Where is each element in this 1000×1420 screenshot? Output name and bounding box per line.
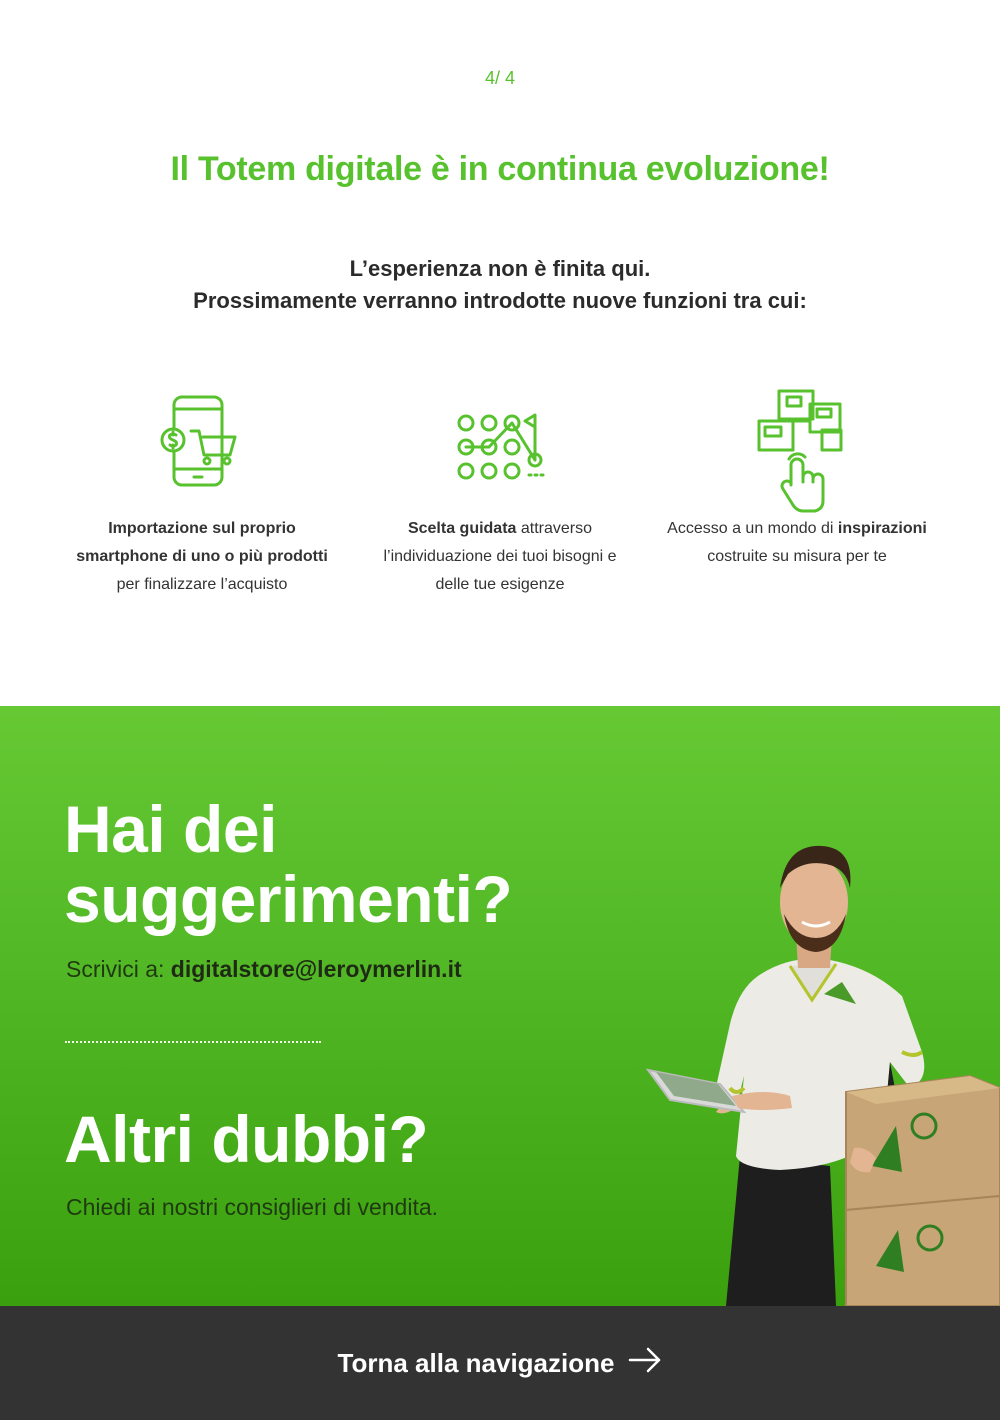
boxes-touch-icon: [667, 385, 927, 515]
email-link[interactable]: digitalstore@leroymerlin.it: [171, 956, 462, 982]
intro-line-1: L’esperienza non è finita qui.: [349, 256, 651, 281]
feature-3-text: Accesso a un mondo di inspirazioni costr…: [667, 515, 927, 571]
sales-assistant-photo: [645, 845, 1000, 1306]
contact-section: Hai dei suggerimenti? Scrivici a: digita…: [0, 706, 1000, 1306]
intro-line-2: Prossimamente verranno introdotte nuove …: [193, 288, 807, 313]
back-to-navigation-label: Torna alla navigazione: [337, 1347, 615, 1378]
feature-2-text: Scelta guidata attraverso l’individuazio…: [370, 515, 630, 599]
footer-bar: Torna alla navigazione: [0, 1306, 1000, 1420]
feature-3-rest: costruite su misura per te: [707, 548, 887, 565]
page-title: Il Totem digitale è in continua evoluzio…: [170, 150, 830, 188]
feature-3-pre: Accesso a un mondo di: [667, 520, 838, 537]
dotted-divider: [65, 1041, 321, 1043]
contact-prefix: Scrivici a:: [66, 956, 171, 982]
feature-2-bold: Scelta guidata: [407, 520, 517, 537]
intro-text: L’esperienza non è finita qui. Prossimam…: [0, 253, 1000, 317]
suggestions-title-line-1: Hai dei: [64, 792, 277, 866]
doubts-title: Altri dubbi?: [64, 1102, 429, 1176]
feature-guided-choice: Scelta guidata attraverso l’individuazio…: [370, 385, 630, 599]
feature-1-bold: Importazione sul proprio smartphone di u…: [76, 520, 328, 565]
arrow-right-icon: [628, 1347, 662, 1380]
feature-3-bold: inspirazioni: [837, 520, 927, 537]
phone-cart-icon: [72, 385, 332, 515]
feature-1-text: Importazione sul proprio smartphone di u…: [72, 515, 332, 599]
feature-phone-import: Importazione sul proprio smartphone di u…: [72, 385, 332, 599]
features-section: 4/ 4 Il Totem digitale è in continua evo…: [0, 0, 1000, 706]
page-indicator: 4/ 4: [484, 68, 516, 88]
feature-inspirations: Accesso a un mondo di inspirazioni costr…: [667, 385, 927, 571]
doubts-text: Chiedi ai nostri consiglieri di vendita.: [66, 1194, 439, 1220]
suggestions-title-line-2: suggerimenti?: [64, 862, 513, 936]
suggestions-contact: Scrivici a: digitalstore@leroymerlin.it: [66, 956, 462, 983]
guided-path-icon: [370, 385, 630, 515]
feature-1-rest: per finalizzare l’acquisto: [116, 576, 288, 593]
suggestions-title: Hai dei suggerimenti?: [64, 792, 513, 936]
back-to-navigation-button[interactable]: Torna alla navigazione: [338, 1347, 663, 1380]
